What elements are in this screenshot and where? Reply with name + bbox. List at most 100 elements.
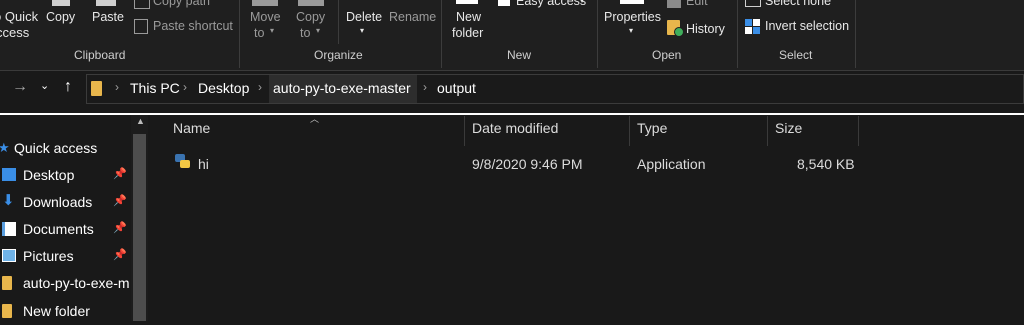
easy-access-icon <box>498 0 510 6</box>
edit-label: Edit <box>686 0 708 8</box>
arrow-up-icon: ↑ <box>64 78 72 95</box>
divider <box>441 0 442 68</box>
file-size: 8,540 KB <box>797 156 855 172</box>
column-header-size[interactable]: Size <box>775 120 802 136</box>
folder-icon <box>91 81 102 96</box>
column-divider[interactable] <box>629 116 630 146</box>
documents-icon <box>2 222 16 236</box>
download-icon: ⬇ <box>2 192 15 209</box>
copy-to-button[interactable]: Copy to ▾ <box>292 0 332 44</box>
column-divider[interactable] <box>858 116 859 146</box>
move-to-label: Move <box>250 10 281 24</box>
breadcrumb-output[interactable]: output <box>437 80 476 96</box>
invert-selection-button[interactable]: Invert selection <box>745 17 855 35</box>
up-button[interactable]: ↑ <box>60 78 82 100</box>
pin-icon: 📌 <box>113 222 127 234</box>
nav-item-downloads[interactable]: ⬇ Downloads 📌 <box>0 190 130 216</box>
scroll-up-arrow[interactable]: ▲ <box>133 116 146 130</box>
history-clock-icon <box>674 27 684 37</box>
clipboard-group-label: Clipboard <box>74 48 126 62</box>
select-none-icon <box>745 0 761 7</box>
breadcrumb-this-pc[interactable]: This PC <box>130 80 180 96</box>
open-group-label: Open <box>652 48 682 62</box>
delete-label: Delete <box>346 10 383 24</box>
pin-quick-label: o Quick <box>0 9 39 24</box>
content-top-border <box>0 113 1024 115</box>
pin-quick-label-2: ccess <box>0 25 30 40</box>
history-label: History <box>686 22 725 36</box>
python-app-icon <box>175 154 191 170</box>
select-none-button[interactable]: Select none <box>745 0 845 12</box>
delete-button[interactable]: Delete ▾ <box>344 0 384 44</box>
nav-item-pictures[interactable]: Pictures 📌 <box>0 244 130 270</box>
move-to-button[interactable]: Move to ▾ <box>246 0 286 44</box>
copy-button[interactable]: Copy <box>42 0 80 44</box>
folder-icon <box>2 276 12 290</box>
move-to-label-2: to <box>254 26 265 40</box>
paste-shortcut-button[interactable]: Paste shortcut <box>134 17 234 35</box>
copy-icon <box>52 0 70 6</box>
column-header-date-modified[interactable]: Date modified <box>472 120 558 136</box>
chevron-right-icon: › <box>423 80 427 94</box>
rename-label: Rename <box>389 10 437 24</box>
copy-label: Copy <box>46 10 76 24</box>
new-folder-button[interactable]: New folder <box>448 0 492 44</box>
divider <box>855 0 856 68</box>
new-folder-label: New <box>456 10 482 24</box>
breadcrumb-auto-py-to-exe-master[interactable]: auto-py-to-exe-master <box>273 80 411 96</box>
paste-label: Paste <box>92 10 124 24</box>
chevron-right-icon: › <box>115 80 119 94</box>
file-name[interactable]: hi <box>198 156 209 172</box>
nav-item-desktop[interactable]: Desktop 📌 <box>0 163 130 189</box>
paste-button[interactable]: Paste <box>86 0 126 44</box>
new-folder-label-2: folder <box>452 26 484 40</box>
invert-selection-icon <box>745 19 760 34</box>
chevron-down-icon: ▾ <box>316 26 321 35</box>
column-divider[interactable] <box>767 116 768 146</box>
rename-button[interactable]: Rename <box>388 0 436 44</box>
properties-button[interactable]: Properties ▾ <box>602 0 662 44</box>
easy-access-button[interactable]: Easy access ▾ <box>498 0 590 12</box>
ribbon: o Quick ccess Copy Paste Copy path Paste… <box>0 0 1024 71</box>
nav-item-label: Quick access <box>14 140 98 156</box>
edit-icon <box>667 0 681 8</box>
history-button[interactable]: History <box>667 19 737 39</box>
nav-item-label: New folder <box>23 303 90 319</box>
nav-item-new-folder[interactable]: New folder <box>0 299 130 325</box>
nav-item-documents[interactable]: Documents 📌 <box>0 217 130 243</box>
column-header-name[interactable]: Name <box>173 120 210 136</box>
paste-icon <box>96 0 116 6</box>
invert-selection-label: Invert selection <box>765 19 850 33</box>
chevron-right-icon: › <box>258 80 262 94</box>
scrollbar-thumb[interactable] <box>133 134 146 321</box>
edit-button[interactable]: Edit <box>667 0 727 12</box>
column-divider[interactable] <box>464 116 465 146</box>
divider <box>338 0 339 44</box>
new-group-label: New <box>507 48 532 62</box>
breadcrumb-desktop[interactable]: Desktop <box>198 80 249 96</box>
easy-access-label: Easy access <box>516 0 587 8</box>
properties-icon <box>620 0 644 4</box>
copy-path-button[interactable]: Copy path <box>134 0 234 12</box>
copy-path-icon <box>134 0 150 9</box>
organize-group-label: Organize <box>314 48 363 62</box>
copy-to-icon <box>298 0 324 6</box>
forward-button[interactable]: → <box>10 78 30 100</box>
chevron-down-icon: ▾ <box>629 26 634 35</box>
nav-item-label: Desktop <box>23 167 75 183</box>
nav-item-label: Downloads <box>23 194 93 210</box>
pin-icon: 📌 <box>113 249 127 261</box>
nav-item-quick-access[interactable]: ★ Quick access <box>0 136 130 162</box>
nav-item-auto-py-to-exe-master[interactable]: auto-py-to-exe-m <box>0 271 130 297</box>
new-folder-icon <box>456 0 478 4</box>
move-to-icon <box>252 0 278 6</box>
recent-locations-button[interactable]: ⌄ <box>38 78 56 100</box>
pin-to-quick-access-button[interactable]: o Quick ccess <box>0 0 40 44</box>
copy-path-label: Copy path <box>153 0 210 8</box>
file-type: Application <box>637 156 706 172</box>
arrow-right-icon: → <box>12 78 28 95</box>
chevron-right-icon: › <box>183 80 187 94</box>
column-header-type[interactable]: Type <box>637 120 667 136</box>
divider <box>239 0 240 68</box>
chevron-down-icon: ▾ <box>580 0 585 5</box>
